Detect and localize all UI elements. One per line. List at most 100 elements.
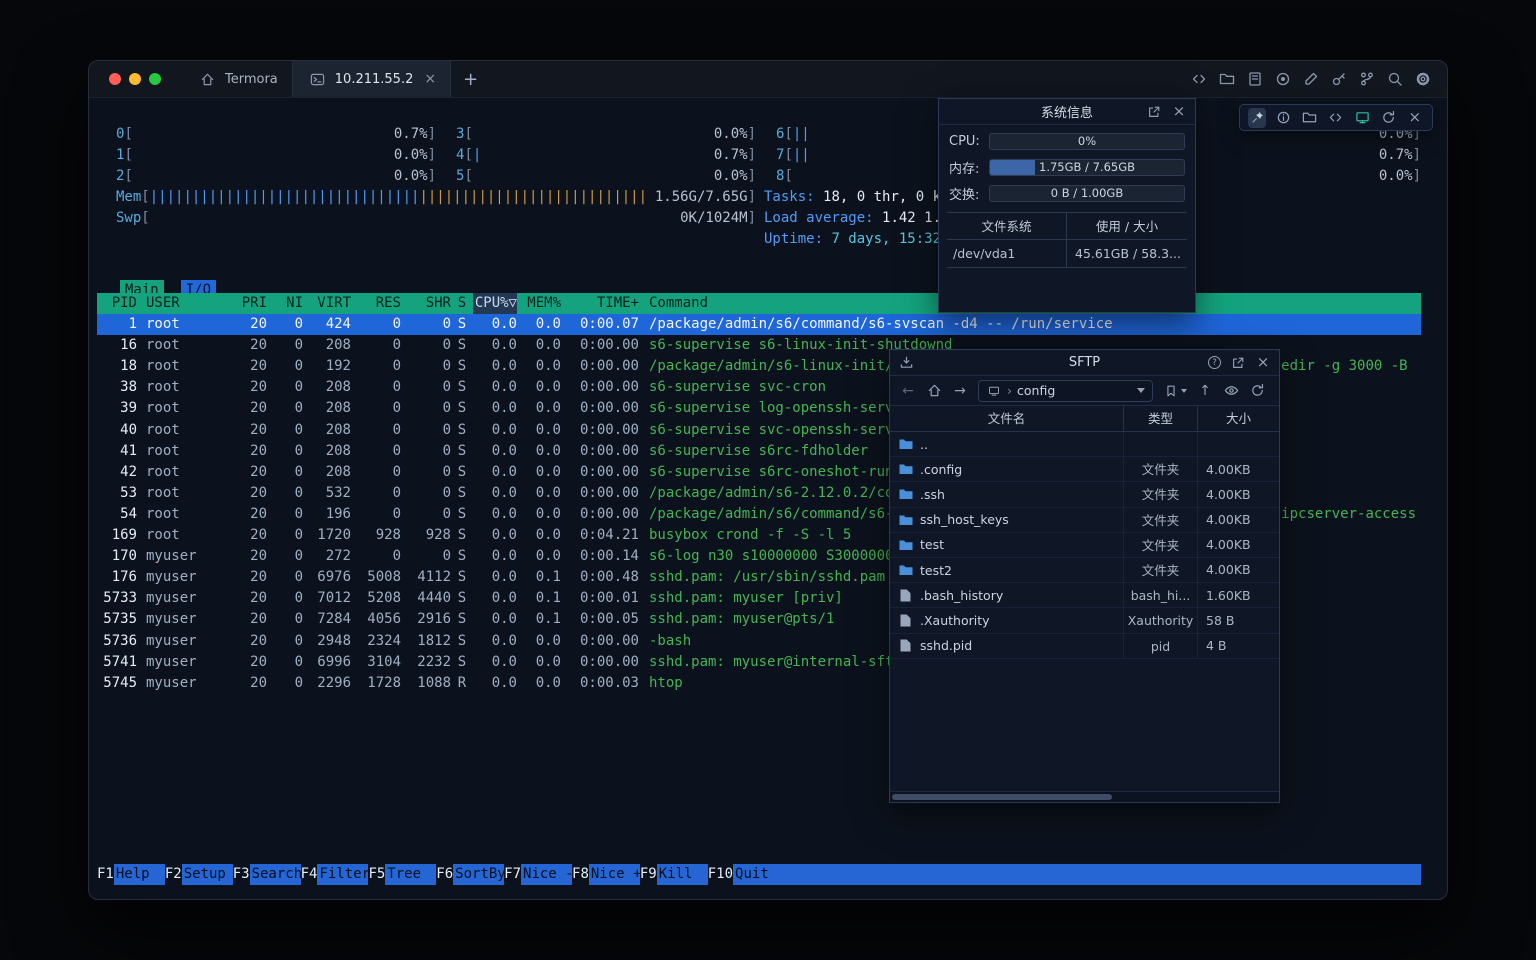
- column-filename[interactable]: 文件名: [890, 406, 1124, 431]
- refresh-icon[interactable]: [1379, 108, 1397, 128]
- open-in-window-icon[interactable]: [1146, 104, 1162, 120]
- home-icon[interactable]: [926, 383, 942, 399]
- column-cpu-sort[interactable]: CPU%▽: [473, 293, 517, 314]
- column-pri[interactable]: PRI: [227, 293, 267, 314]
- window-tab-bar: Termora 10.211.55.2 × +: [89, 61, 1447, 98]
- process-table-header: PID USER PRI NI VIRT RES SHR S CPU%▽ MEM…: [97, 293, 1421, 314]
- cpu-usage-row: CPU: 0%: [949, 133, 1185, 150]
- code-icon[interactable]: [1327, 108, 1345, 128]
- function-key-button[interactable]: F8 Nice +: [572, 864, 640, 885]
- sftp-table-header: 文件名 类型 大小: [890, 406, 1279, 432]
- function-key-button[interactable]: F2 Setup: [165, 864, 233, 885]
- maximize-button[interactable]: [149, 73, 161, 85]
- cpu-meter-4: 4[|0.7%]: [456, 145, 756, 166]
- scrollbar-thumb[interactable]: [892, 794, 1112, 800]
- help-icon[interactable]: ?: [1208, 356, 1221, 369]
- search-icon[interactable]: [1384, 69, 1405, 90]
- sftp-titlebar: SFTP ? ×: [890, 350, 1279, 376]
- sftp-file-row[interactable]: .bash_history bash_hi... 1.60KB: [890, 583, 1279, 608]
- minimize-button[interactable]: [129, 73, 141, 85]
- file-type-icon: [898, 614, 913, 627]
- system-info-titlebar: 系统信息 ×: [939, 99, 1195, 125]
- close-icon[interactable]: ×: [1171, 104, 1187, 120]
- swap-meter: Swp[0K/1024M]: [116, 208, 756, 229]
- file-type-icon: [898, 514, 913, 526]
- sftp-file-row[interactable]: ..: [890, 432, 1279, 457]
- function-key-button[interactable]: F6 SortBy: [436, 864, 504, 885]
- function-key-button[interactable]: F3 Search: [233, 864, 301, 885]
- chevron-down-icon[interactable]: [1137, 388, 1145, 393]
- upload-icon[interactable]: ↑: [1197, 383, 1213, 399]
- settings-gear-icon[interactable]: [1412, 69, 1433, 90]
- folder-icon[interactable]: [1216, 69, 1237, 90]
- column-type[interactable]: 类型: [1124, 406, 1198, 431]
- folder-icon[interactable]: [1301, 108, 1319, 128]
- column-ni[interactable]: NI: [267, 293, 303, 314]
- sftp-file-row[interactable]: test2 文件夹 4.00KB: [890, 558, 1279, 583]
- swap-usage-bar: 0 B / 1.00GB: [989, 185, 1185, 202]
- function-key-button[interactable]: F5 Tree: [368, 864, 436, 885]
- column-virt[interactable]: VIRT: [303, 293, 351, 314]
- file-type-icon: [898, 539, 913, 551]
- code-icon[interactable]: [1188, 69, 1209, 90]
- forward-icon[interactable]: →: [952, 383, 968, 399]
- tab-termora-home[interactable]: Termora: [183, 61, 292, 97]
- show-hidden-eye-icon[interactable]: [1223, 383, 1239, 399]
- column-size[interactable]: 大小: [1198, 406, 1279, 431]
- sftp-file-row[interactable]: .Xauthority Xauthority 58 B: [890, 608, 1279, 633]
- sftp-file-list: .. .config 文件夹 4.00KB .ssh 文件夹 4.00KB: [890, 432, 1279, 659]
- function-key-button[interactable]: F10 Quit: [708, 864, 784, 885]
- close-icon[interactable]: ×: [1406, 108, 1424, 128]
- bookmarks-button[interactable]: [1163, 383, 1187, 399]
- file-type-icon: [898, 463, 913, 475]
- function-key-button[interactable]: F4 Filter: [301, 864, 369, 885]
- home-icon: [197, 69, 218, 90]
- function-key-button[interactable]: F1 Help: [97, 864, 165, 885]
- info-icon[interactable]: [1274, 108, 1292, 128]
- sftp-file-row[interactable]: .config 文件夹 4.00KB: [890, 457, 1279, 482]
- file-type-icon: [898, 589, 913, 602]
- open-in-window-icon[interactable]: [1230, 355, 1246, 371]
- new-tab-button[interactable]: +: [451, 61, 490, 97]
- file-type-icon: [898, 564, 913, 576]
- file-type-icon: [898, 639, 913, 652]
- close-button[interactable]: [109, 73, 121, 85]
- sftp-file-row[interactable]: sshd.pid pid 4 B: [890, 634, 1279, 659]
- tab-close-icon[interactable]: ×: [424, 71, 436, 87]
- terminal-icon: [307, 69, 328, 90]
- termora-window: Termora 10.211.55.2 × + 0[0.7%] 1[0.0%] …: [88, 60, 1448, 900]
- sftp-file-row[interactable]: test 文件夹 4.00KB: [890, 533, 1279, 558]
- column-state[interactable]: S: [451, 293, 473, 314]
- function-key-button[interactable]: F7 Nice -: [504, 864, 572, 885]
- horizontal-scrollbar[interactable]: [890, 791, 1279, 802]
- function-key-button[interactable]: F9 Kill: [640, 864, 708, 885]
- sftp-file-row[interactable]: ssh_host_keys 文件夹 4.00KB: [890, 508, 1279, 533]
- column-shr[interactable]: SHR: [401, 293, 451, 314]
- column-mem[interactable]: MEM%: [517, 293, 561, 314]
- filesystem-table: 文件系统 使用 / 大小 /dev/vda1 45.61GB / 58.3...: [947, 212, 1187, 268]
- edit-icon[interactable]: [1300, 69, 1321, 90]
- log-book-icon[interactable]: [1244, 69, 1265, 90]
- sftp-file-row[interactable]: .ssh 文件夹 4.00KB: [890, 482, 1279, 507]
- column-user[interactable]: USER: [137, 293, 227, 314]
- memory-usage-bar: 1.75GB / 7.65GB: [989, 159, 1185, 176]
- close-icon[interactable]: ×: [1255, 355, 1271, 371]
- back-icon[interactable]: ←: [900, 383, 916, 399]
- column-time[interactable]: TIME+: [561, 293, 639, 314]
- path-segment[interactable]: config: [1017, 383, 1055, 398]
- chevron-down-icon: [1181, 389, 1187, 393]
- tab-ssh-session[interactable]: 10.211.55.2 ×: [292, 61, 451, 97]
- pin-icon[interactable]: [1248, 108, 1266, 128]
- record-icon[interactable]: [1272, 69, 1293, 90]
- process-row[interactable]: 1 root 20 0 424 0 0 S 0.0 0.0 0:00.07 /p…: [97, 314, 1421, 335]
- key-icon[interactable]: [1328, 69, 1349, 90]
- column-res[interactable]: RES: [351, 293, 401, 314]
- cpu-meter-1: 1[0.0%]: [116, 145, 436, 166]
- path-breadcrumb[interactable]: › config: [978, 380, 1153, 402]
- column-pid[interactable]: PID: [97, 293, 137, 314]
- tab-label: Termora: [225, 72, 278, 87]
- monitor-icon[interactable]: [1353, 108, 1371, 128]
- branch-icon[interactable]: [1356, 69, 1377, 90]
- filesystem-table-header: 文件系统 使用 / 大小: [947, 213, 1187, 240]
- refresh-icon[interactable]: [1249, 383, 1265, 399]
